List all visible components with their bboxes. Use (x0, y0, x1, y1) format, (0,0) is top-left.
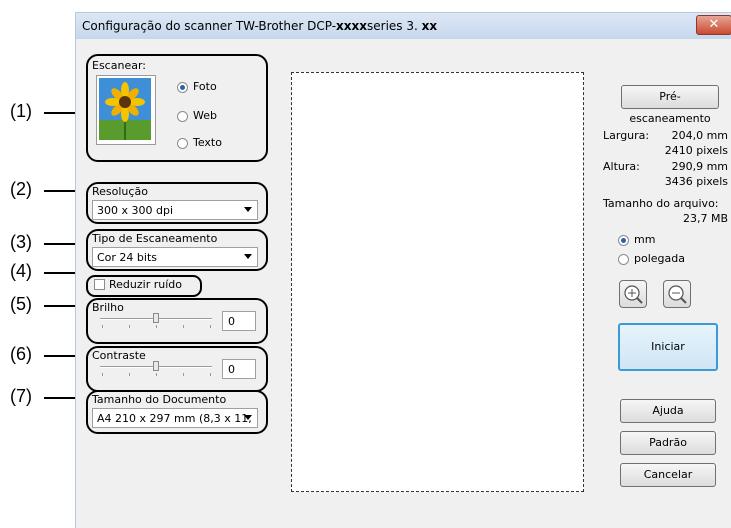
unit-mm-label[interactable]: mm (634, 233, 655, 246)
resolution-dropdown[interactable]: 300 x 300 dpi (92, 200, 258, 220)
zoom-in-icon (624, 285, 643, 304)
slider-tick (210, 373, 211, 376)
sunflower-icon (99, 78, 151, 140)
brightness-value: 0 (228, 315, 235, 328)
help-button[interactable]: Ajuda (620, 399, 716, 423)
slider-tick (102, 373, 103, 376)
brightness-input[interactable]: 0 (222, 311, 256, 331)
scan-texto-radio[interactable] (177, 138, 188, 149)
resolution-value: 300 x 300 dpi (97, 204, 174, 217)
callout-7: (7) (10, 386, 32, 406)
chevron-down-icon (244, 207, 252, 212)
close-button[interactable]: ✕ (696, 15, 731, 35)
brightness-label: Brilho (92, 301, 124, 314)
height-mm-value: 290,9 mm (671, 160, 728, 173)
resolution-label: Resolução (92, 185, 148, 198)
scan-type-label: Tipo de Escaneamento (92, 232, 218, 245)
contrast-value: 0 (228, 363, 235, 376)
scan-web-label[interactable]: Web (193, 109, 217, 122)
callout-4: (4) (10, 261, 32, 281)
callout-6: (6) (10, 344, 32, 364)
chevron-down-icon (244, 254, 252, 259)
start-button[interactable]: Iniciar (618, 323, 718, 371)
scan-type-value: Cor 24 bits (97, 251, 158, 264)
window-title: Configuração do scanner TW-Brother DCP-x… (82, 19, 438, 33)
reduce-noise-label[interactable]: Reduzir ruído (109, 278, 182, 291)
height-px-value: 3436 pixels (664, 175, 728, 188)
slider-tick (129, 373, 130, 376)
scan-foto-radio[interactable] (177, 82, 188, 93)
zoom-out-icon (668, 285, 687, 304)
scan-label: Escanear: (92, 59, 146, 72)
callout-2: (2) (10, 179, 32, 199)
brightness-slider-thumb[interactable] (153, 313, 159, 323)
title-bar: Configuração do scanner TW-Brother DCP-x… (76, 13, 731, 39)
callout-1: (1) (10, 101, 32, 121)
width-px-value: 2410 pixels (664, 144, 728, 157)
cancel-button[interactable]: Cancelar (620, 463, 716, 487)
slider-tick (183, 325, 184, 328)
slider-tick (210, 325, 211, 328)
contrast-input[interactable]: 0 (222, 359, 256, 379)
scan-foto-label[interactable]: Foto (193, 80, 217, 93)
scan-texto-label[interactable]: Texto (193, 136, 222, 149)
callout-5: (5) (10, 294, 32, 314)
dialog-client-area: Escanear: Foto Web Texto Resolução 300 x… (76, 39, 731, 528)
zoom-out-button[interactable] (663, 280, 691, 308)
width-mm-value: 204,0 mm (671, 129, 728, 142)
scan-photo-preview (96, 75, 156, 145)
scan-type-dropdown[interactable]: Cor 24 bits (92, 247, 258, 267)
height-label: Altura: (603, 160, 640, 173)
slider-tick (129, 325, 130, 328)
unit-inch-radio[interactable] (618, 254, 629, 265)
document-size-dropdown[interactable]: A4 210 x 297 mm (8,3 x 11, (92, 408, 258, 428)
file-size-value: 23,7 MB (682, 212, 728, 225)
scan-preview-area[interactable] (291, 72, 584, 492)
chevron-down-icon (244, 415, 252, 420)
contrast-label: Contraste (92, 349, 146, 362)
zoom-in-button[interactable] (619, 280, 647, 308)
file-size-label: Tamanho do arquivo: (603, 197, 719, 210)
reduce-noise-checkbox[interactable] (94, 279, 105, 290)
contrast-slider-thumb[interactable] (153, 361, 159, 371)
slider-tick (102, 325, 103, 328)
unit-mm-radio[interactable] (618, 235, 629, 246)
slider-tick (156, 373, 157, 376)
document-size-label: Tamanho do Documento (92, 393, 227, 406)
callout-3: (3) (10, 232, 32, 252)
width-label: Largura: (603, 129, 650, 142)
prescan-button[interactable]: Pré-escaneamento (621, 85, 719, 125)
document-size-value: A4 210 x 297 mm (8,3 x 11, (97, 412, 252, 425)
scan-web-radio[interactable] (177, 111, 188, 122)
scanner-dialog: Configuração do scanner TW-Brother DCP-x… (75, 12, 731, 528)
unit-inch-label[interactable]: polegada (634, 252, 685, 265)
slider-tick (183, 373, 184, 376)
slider-tick (156, 325, 157, 328)
default-button[interactable]: Padrão (620, 431, 716, 455)
